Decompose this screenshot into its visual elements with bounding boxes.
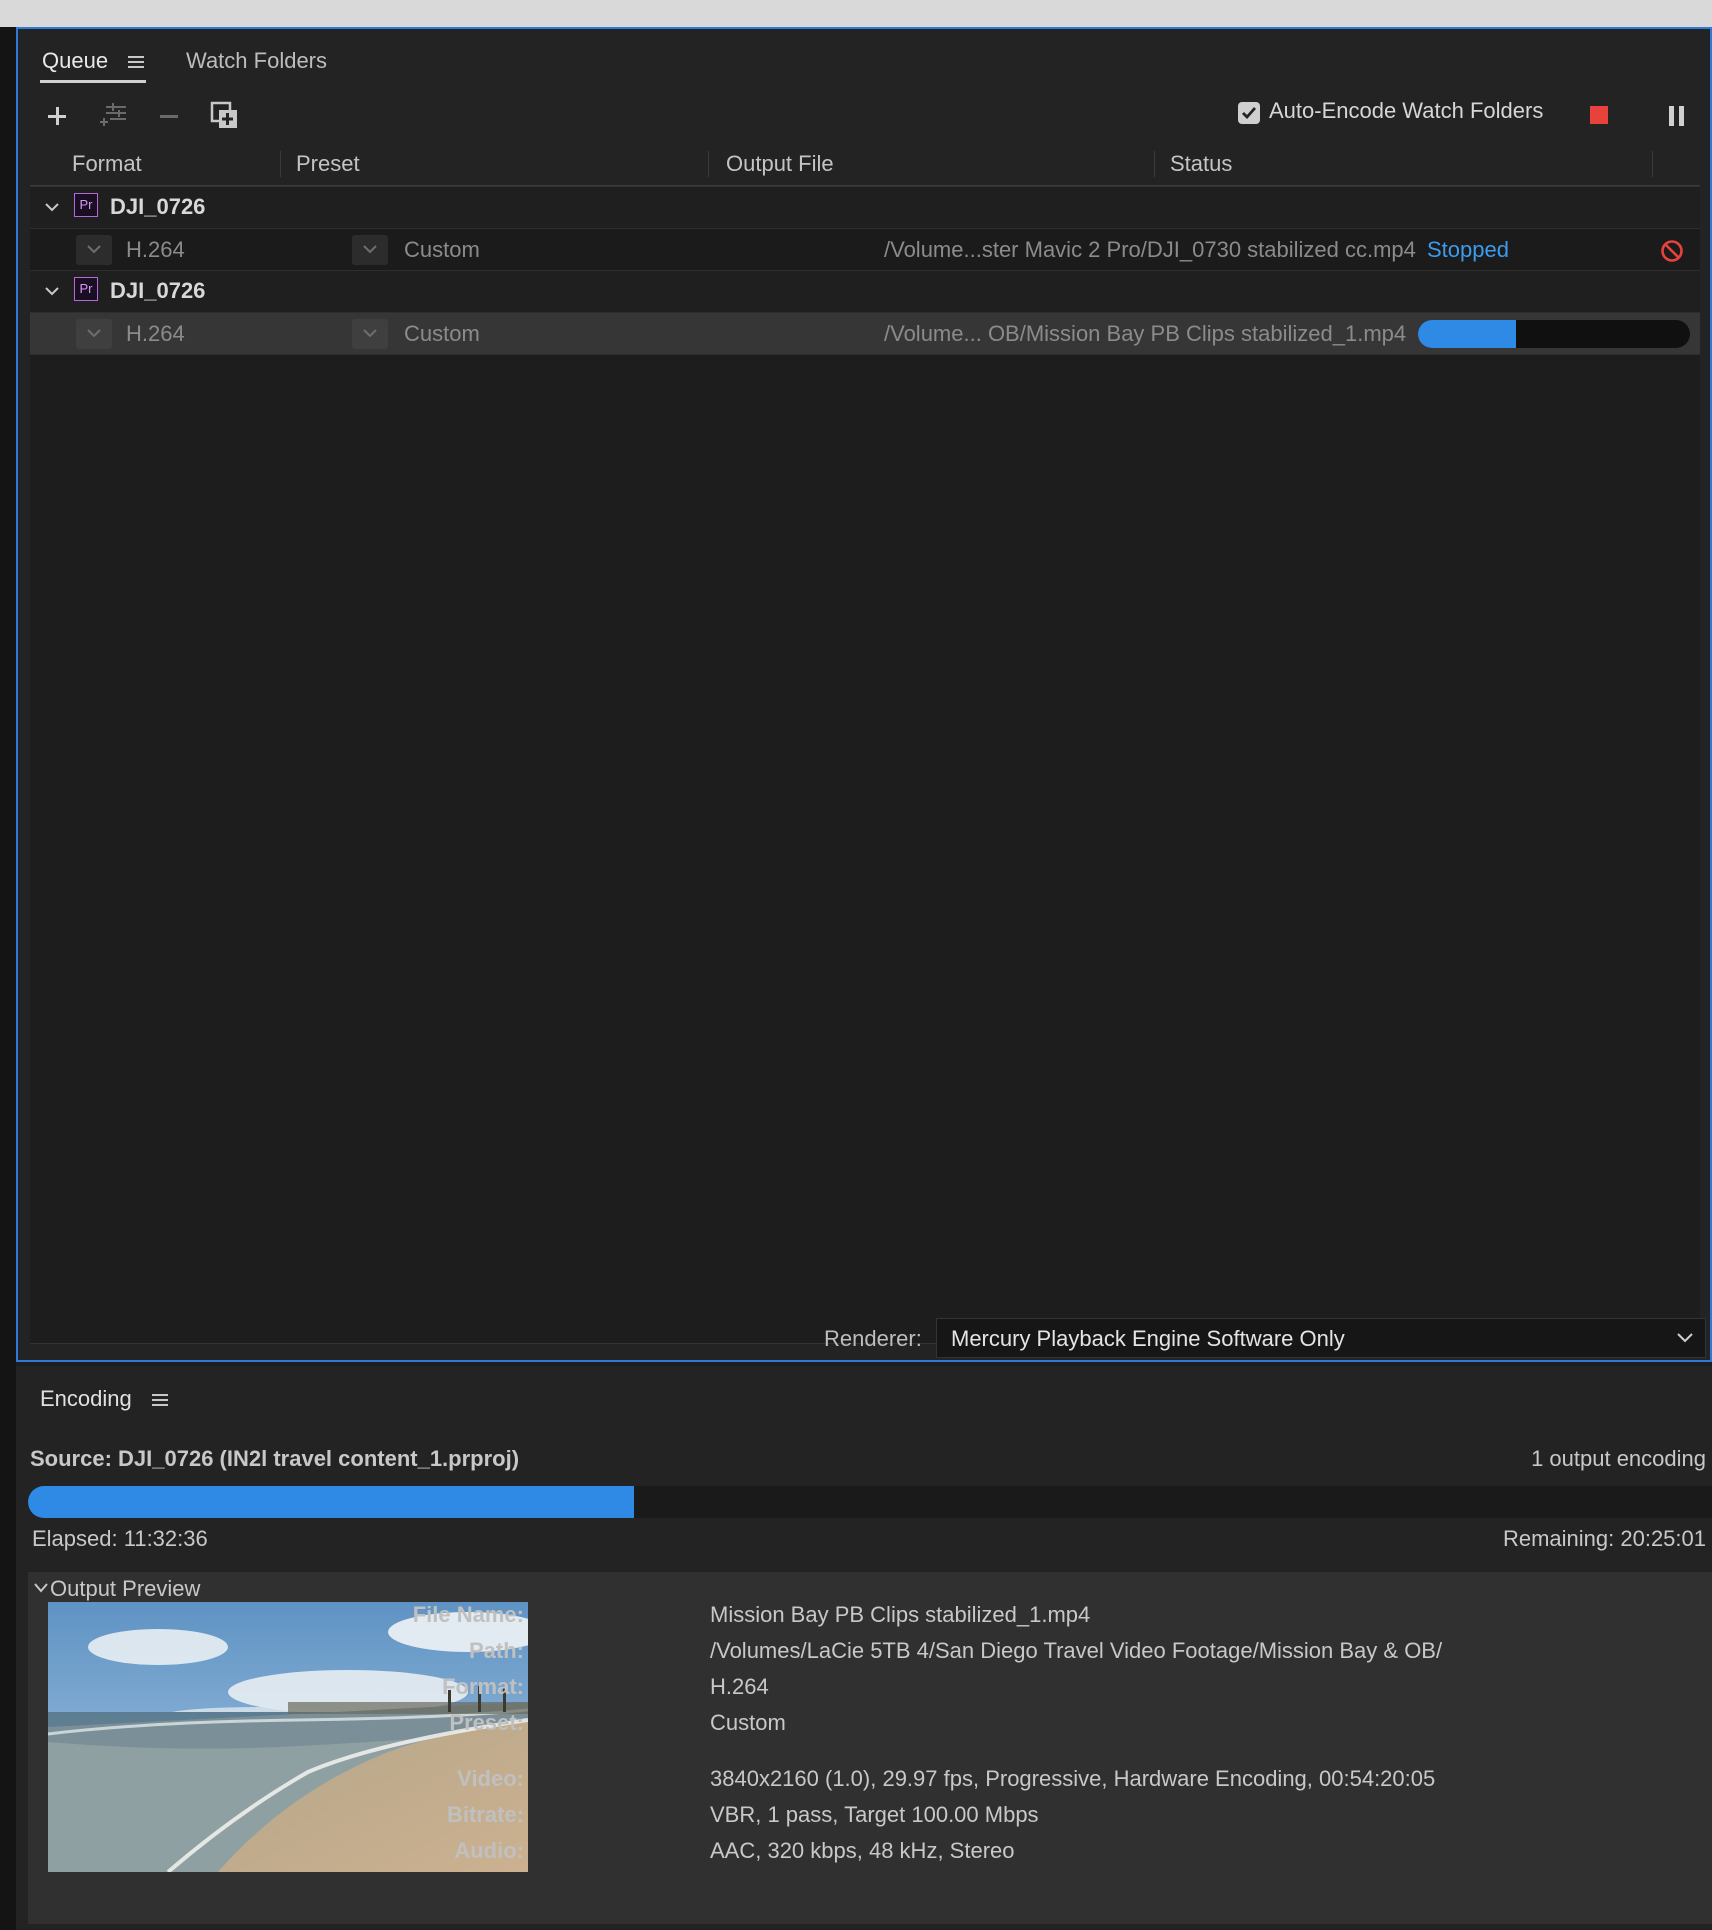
column-output-file[interactable]: Output File xyxy=(726,151,834,177)
tab-queue-label: Queue xyxy=(42,48,109,73)
auto-encode-label[interactable]: Auto-Encode Watch Folders xyxy=(1269,98,1543,124)
pause-queue-button[interactable] xyxy=(1668,106,1686,126)
plus-icon xyxy=(48,107,66,125)
column-divider[interactable] xyxy=(708,151,709,177)
elapsed-time: Elapsed: 11:32:36 xyxy=(32,1526,208,1551)
tab-encoding-label: Encoding xyxy=(40,1386,132,1411)
output-format[interactable]: H.264 xyxy=(126,237,185,263)
window-title-bar xyxy=(0,0,1712,27)
output-preset[interactable]: Custom xyxy=(404,321,480,347)
format-dropdown[interactable] xyxy=(76,235,112,265)
meta-file-name-value: Mission Bay PB Clips stabilized_1.mp4 xyxy=(710,1602,1091,1627)
column-format[interactable]: Format xyxy=(72,151,142,177)
status-stopped: Stopped xyxy=(1427,237,1509,262)
renderer-value: Mercury Playback Engine Software Only xyxy=(951,1326,1345,1351)
preset-dropdown[interactable] xyxy=(352,319,388,349)
queue-list: Pr DJI_0726 H.264 Custom /Volume...ster … xyxy=(30,186,1700,1344)
column-status[interactable]: Status xyxy=(1170,151,1232,177)
output-file-path[interactable]: /Volume... OB/Mission Bay PB Clips stabi… xyxy=(884,321,1406,347)
format-dropdown[interactable] xyxy=(76,319,112,349)
tab-encoding[interactable]: Encoding xyxy=(40,1386,168,1412)
renderer-select[interactable]: Mercury Playback Engine Software Only xyxy=(936,1318,1706,1358)
encoding-progress-fill xyxy=(28,1486,635,1518)
checkmark-icon xyxy=(1242,107,1257,120)
encoding-source: Source: DJI_0726 (IN2l travel content_1.… xyxy=(30,1446,520,1471)
add-source-button[interactable] xyxy=(40,99,74,133)
queue-panel: Queue Watch Folders Auto-Encode Watch Fo… xyxy=(16,27,1712,1362)
chevron-down-icon[interactable] xyxy=(44,199,60,215)
meta-preset-value: Custom xyxy=(710,1710,786,1735)
queue-output-row[interactable]: H.264 Custom /Volume... OB/Mission Bay P… xyxy=(30,313,1700,355)
stop-queue-button[interactable] xyxy=(1590,106,1608,124)
output-preview-section: Output Preview File Name: Mission Bay PB… xyxy=(28,1572,1712,1924)
chevron-down-icon[interactable] xyxy=(44,283,60,299)
meta-preset-label: Preset: xyxy=(449,1710,524,1735)
remove-button[interactable] xyxy=(152,99,186,133)
meta-path-value: /Volumes/LaCie 5TB 4/San Diego Travel Vi… xyxy=(710,1638,1443,1663)
auto-encode-checkbox[interactable] xyxy=(1238,102,1260,124)
premiere-project-icon: Pr xyxy=(74,277,98,301)
output-preset[interactable]: Custom xyxy=(404,237,480,263)
meta-audio-value: AAC, 320 kbps, 48 kHz, Stereo xyxy=(710,1838,1015,1863)
add-output-button[interactable] xyxy=(96,99,130,133)
meta-file-name-label: File Name: xyxy=(412,1602,524,1627)
meta-bitrate-label: Bitrate: xyxy=(446,1802,524,1827)
chevron-down-icon xyxy=(363,329,377,338)
queue-output-row[interactable]: H.264 Custom /Volume...ster Mavic 2 Pro/… xyxy=(30,229,1700,271)
meta-format-value: H.264 xyxy=(710,1674,769,1699)
output-encoding-count: 1 output encoding xyxy=(1531,1446,1706,1471)
output-progress-bar xyxy=(1418,320,1690,348)
minus-icon xyxy=(160,115,178,118)
chevron-down-icon xyxy=(87,329,101,338)
tab-watch-folders[interactable]: Watch Folders xyxy=(186,45,327,77)
tab-queue[interactable]: Queue xyxy=(42,45,145,77)
source-name: DJI_0726 xyxy=(110,194,206,219)
duplicate-button[interactable] xyxy=(208,99,242,133)
chevron-down-icon xyxy=(363,245,377,254)
duplicate-icon xyxy=(210,101,237,128)
tab-watch-folders-label: Watch Folders xyxy=(186,48,328,73)
output-format[interactable]: H.264 xyxy=(126,321,185,347)
renderer-label: Renderer: xyxy=(824,1326,922,1351)
chevron-down-icon xyxy=(87,245,101,254)
column-preset[interactable]: Preset xyxy=(296,151,360,177)
meta-format-label: Format: xyxy=(442,1674,524,1699)
queue-column-header: Format Preset Output File Status xyxy=(30,145,1700,186)
meta-video-value: 3840x2160 (1.0), 29.97 fps, Progressive,… xyxy=(710,1766,1436,1791)
encoding-panel: Encoding Source: DJI_0726 (IN2l travel c… xyxy=(16,1366,1712,1930)
active-tab-indicator xyxy=(40,80,146,83)
add-output-icon xyxy=(100,103,126,126)
chevron-down-icon[interactable] xyxy=(34,1583,48,1593)
column-divider[interactable] xyxy=(1652,151,1653,177)
panel-menu-icon[interactable] xyxy=(128,53,145,71)
preset-dropdown[interactable] xyxy=(352,235,388,265)
premiere-project-icon: Pr xyxy=(74,193,98,217)
column-divider[interactable] xyxy=(280,151,281,177)
encoding-progress-bar xyxy=(28,1486,1712,1518)
output-progress-fill xyxy=(1418,320,1516,348)
meta-bitrate-value: VBR, 1 pass, Target 100.00 Mbps xyxy=(710,1802,1039,1827)
meta-video-label: Video: xyxy=(457,1766,524,1791)
error-icon xyxy=(1661,240,1683,262)
queue-source-row[interactable]: Pr DJI_0726 xyxy=(30,271,1700,313)
chevron-down-icon xyxy=(1677,1333,1693,1343)
remaining-time: Remaining: 20:25:01 xyxy=(1502,1526,1706,1551)
panel-menu-icon[interactable] xyxy=(151,1391,168,1409)
source-name: DJI_0726 xyxy=(110,278,206,303)
meta-audio-label: Audio: xyxy=(454,1838,524,1863)
column-divider[interactable] xyxy=(1154,151,1155,177)
meta-path-label: Path: xyxy=(469,1638,524,1663)
queue-source-row[interactable]: Pr DJI_0726 xyxy=(30,187,1700,229)
output-file-path[interactable]: /Volume...ster Mavic 2 Pro/DJI_0730 stab… xyxy=(884,237,1416,263)
left-dock-strip xyxy=(0,27,16,1930)
output-preview-title[interactable]: Output Preview xyxy=(50,1576,200,1602)
